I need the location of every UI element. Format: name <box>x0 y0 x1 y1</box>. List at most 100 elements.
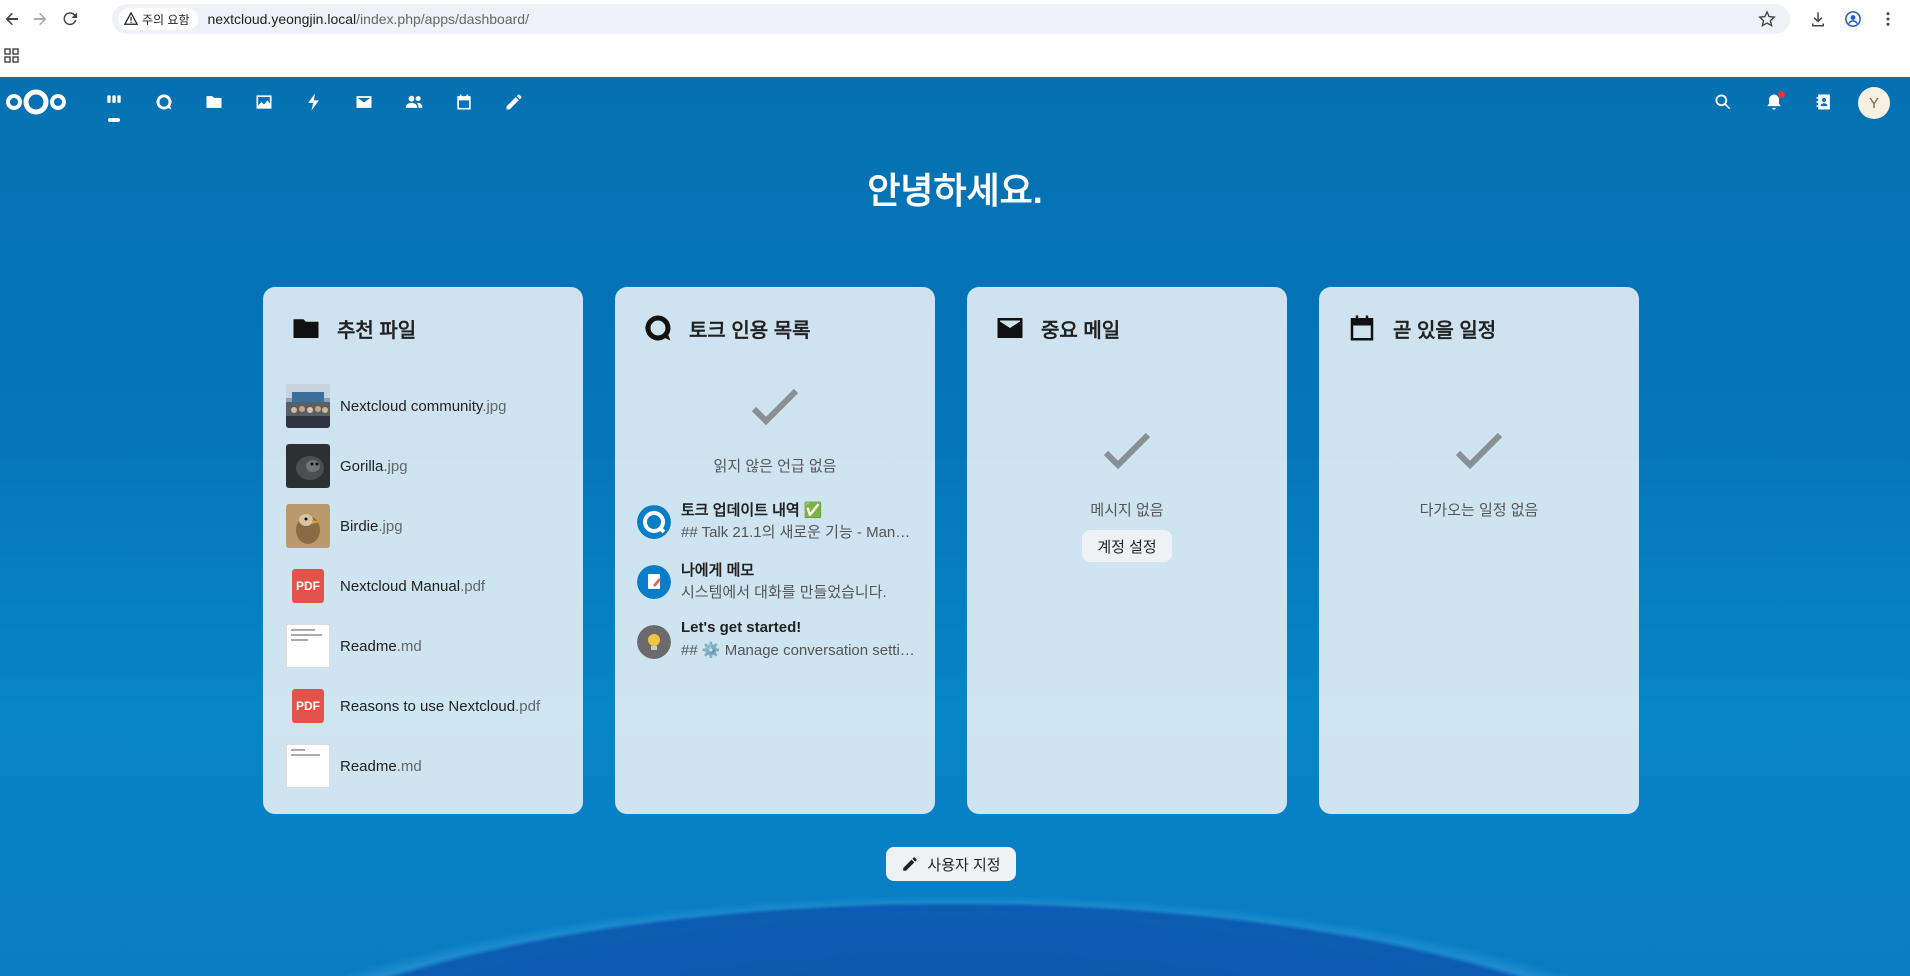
file-item[interactable]: Birdie.jpg <box>286 503 403 549</box>
conversation-title: 나에게 메모 <box>681 562 755 579</box>
talk-conversation-item[interactable]: Let's get started! ## ⚙️ Manage conversa… <box>637 619 927 669</box>
url-host: nextcloud.yeongjin.local <box>207 11 357 27</box>
check-icon <box>1103 432 1151 470</box>
file-name: Nextcloud Manual.pdf <box>340 578 485 595</box>
reload-icon[interactable] <box>58 7 82 31</box>
url-path: /index.php/apps/dashboard/ <box>356 11 529 27</box>
contacts-menu-icon[interactable] <box>1812 90 1836 114</box>
panel-header: 토크 인용 목록 <box>643 313 811 343</box>
conversation-preview: ## ⚙️ Manage conversation settings <box>681 642 917 659</box>
file-extension: .pdf <box>515 697 541 715</box>
file-basename: Nextcloud community <box>340 397 483 415</box>
talk-conversation-item[interactable]: 나에게 메모 시스템에서 대화를 만들었습니다. <box>637 559 927 609</box>
warning-icon <box>124 12 138 25</box>
browser-toolbar: 주의 요함 nextcloud.yeongjin.local/index.php… <box>0 0 1910 38</box>
app-header: Y <box>0 77 1910 127</box>
file-name: Reasons to use Nextcloud.pdf <box>340 698 540 715</box>
customize-label: 사용자 지정 <box>927 856 1001 874</box>
panel-title: 추천 파일 <box>337 319 417 342</box>
conversation-title: Let's get started! <box>681 619 802 636</box>
notes-icon[interactable] <box>502 90 526 114</box>
security-chip-label: 주의 요함 <box>142 12 190 27</box>
dashboard-icon[interactable] <box>102 90 126 114</box>
security-warning-chip[interactable]: 주의 요함 <box>118 8 198 30</box>
activity-icon[interactable] <box>302 90 326 114</box>
calendar-icon[interactable] <box>452 90 476 114</box>
check-icon <box>1455 432 1503 470</box>
empty-state-text: 메시지 없음 <box>1090 502 1164 519</box>
file-item[interactable]: PDF Nextcloud Manual.pdf <box>286 563 485 609</box>
empty-state-text: 읽지 않은 언급 없음 <box>713 458 837 475</box>
file-name: Gorilla.jpg <box>340 458 408 475</box>
panel-title: 중요 메일 <box>1041 319 1121 342</box>
file-name: Nextcloud community.jpg <box>340 398 506 415</box>
file-extension: .pdf <box>460 577 486 595</box>
forward-icon[interactable] <box>28 7 52 31</box>
file-item[interactable]: PDF Reasons to use Nextcloud.pdf <box>286 683 540 729</box>
note-to-self-avatar-icon <box>637 565 671 599</box>
active-app-indicator <box>108 118 120 122</box>
folder-icon <box>293 319 319 338</box>
url-text[interactable]: nextcloud.yeongjin.local/index.php/apps/… <box>208 11 529 27</box>
bookmark-star-icon[interactable] <box>1758 10 1776 33</box>
mail-icon <box>997 318 1023 338</box>
panel-header: 곧 있을 일정 <box>1347 313 1496 343</box>
file-item[interactable]: Readme.md <box>286 623 422 669</box>
mail-icon[interactable] <box>352 90 376 114</box>
panel-recommended-files: 추천 파일 Nextcloud community.jpg Gorilla.jp… <box>263 287 583 814</box>
photo-thumbnail <box>286 384 330 428</box>
file-extension: .md <box>396 637 422 655</box>
apps-grid-icon[interactable] <box>4 48 20 64</box>
text-file-preview <box>286 624 330 668</box>
menu-dots-icon[interactable] <box>1876 7 1900 31</box>
file-item[interactable]: Gorilla.jpg <box>286 443 408 489</box>
conversation-title: 토크 업데이트 내역 ✅ <box>681 502 823 519</box>
pdf-file-icon: PDF <box>286 564 330 608</box>
talk-icon[interactable] <box>152 90 176 114</box>
file-name: Birdie.jpg <box>340 518 403 535</box>
notifications-bell-icon[interactable] <box>1762 90 1786 114</box>
talk-conversation-item[interactable]: 토크 업데이트 내역 ✅ ## Talk 21.1의 새로운 기능 - Mana… <box>637 499 927 549</box>
panel-header: 추천 파일 <box>291 313 416 343</box>
panel-important-mail: 중요 메일 메시지 없음 계정 설정 <box>967 287 1287 814</box>
files-icon[interactable] <box>202 90 226 114</box>
photos-icon[interactable] <box>252 90 276 114</box>
contacts-icon[interactable] <box>402 90 426 114</box>
pdf-badge: PDF <box>292 569 324 603</box>
search-icon[interactable] <box>1711 90 1735 114</box>
file-basename: Readme <box>340 757 397 775</box>
customize-button[interactable]: 사용자 지정 <box>886 847 1016 881</box>
greeting-title: 안녕하세요. <box>867 170 1043 211</box>
file-name: Readme.md <box>340 758 422 775</box>
file-name: Readme.md <box>340 638 422 655</box>
pdf-badge: PDF <box>292 689 324 723</box>
file-item[interactable]: Readme.md <box>286 743 422 789</box>
calendar-icon <box>1350 315 1374 341</box>
photo-thumbnail <box>286 444 330 488</box>
panel-title: 곧 있을 일정 <box>1393 319 1497 342</box>
file-extension: .md <box>396 757 422 775</box>
text-file-preview <box>286 744 330 788</box>
panel-header: 중요 메일 <box>995 313 1120 343</box>
lightbulb-avatar-icon <box>637 625 671 659</box>
file-basename: Nextcloud Manual <box>340 577 461 595</box>
nextcloud-logo-icon[interactable] <box>4 85 68 119</box>
file-basename: Gorilla <box>340 457 384 475</box>
file-item[interactable]: Nextcloud community.jpg <box>286 383 506 429</box>
pdf-file-icon: PDF <box>286 684 330 728</box>
conversation-preview: ## Talk 21.1의 새로운 기능 - Manage conversati… <box>681 524 917 541</box>
back-icon[interactable] <box>0 7 24 31</box>
conversation-preview: 시스템에서 대화를 만들었습니다. <box>681 584 887 601</box>
pencil-icon <box>903 857 918 871</box>
user-avatar[interactable]: Y <box>1858 87 1890 119</box>
file-basename: Reasons to use Nextcloud <box>340 697 516 715</box>
address-bar[interactable]: 주의 요함 nextcloud.yeongjin.local/index.php… <box>112 4 1790 34</box>
file-extension: .jpg <box>378 517 403 535</box>
panel-title: 토크 인용 목록 <box>689 319 811 342</box>
download-icon[interactable] <box>1806 7 1830 31</box>
file-extension: .jpg <box>383 457 408 475</box>
profile-icon[interactable] <box>1841 7 1865 31</box>
panel-talk-mentions: 토크 인용 목록 읽지 않은 언급 없음 토크 업데이트 내역 ✅ ## Tal… <box>615 287 935 814</box>
talk-icon <box>645 315 671 341</box>
account-settings-button[interactable]: 계정 설정 <box>1082 530 1172 562</box>
